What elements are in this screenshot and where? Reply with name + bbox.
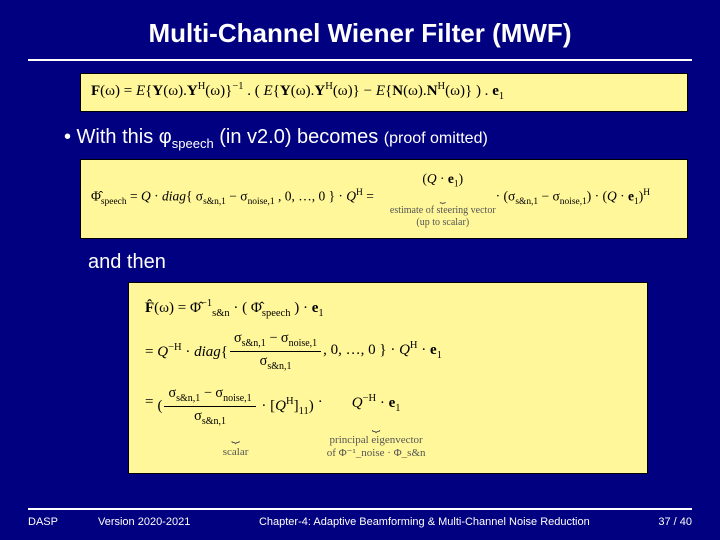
steering-label-1: estimate of steering vector <box>390 205 496 216</box>
footer-left: DASP <box>28 516 58 528</box>
steering-label-2: (up to scalar) <box>390 217 496 228</box>
scalar-group: ( σs&n,1 − σnoise,1 σs&n,1 · [QH]11) ⏟ s… <box>157 384 313 458</box>
equation-2-box: Φ̂speech = Q · diag{ σs&n,1 − σnoise,1 ,… <box>80 159 688 239</box>
phi-symbol: φ <box>159 126 172 148</box>
slide-content: F(ω) = E{Y(ω).YH(ω)}−1 . ( E{Y(ω).YH(ω)}… <box>0 73 720 474</box>
steering-vector-group: (Q · e1) ⏟ estimate of steering vector (… <box>390 170 496 228</box>
eigenvector-group: Q−H · e1 ⏟ principal eigenvector of Φ⁻¹_… <box>327 384 426 459</box>
equation-1-box: F(ω) = E{Y(ω).YH(ω)}−1 . ( E{Y(ω).YH(ω)}… <box>80 73 688 112</box>
footer: DASP Version 2020-2021 Chapter-4: Adapti… <box>0 508 720 528</box>
footer-rule <box>28 508 692 510</box>
footer-chapter: Chapter-4: Adaptive Beamforming & Multi-… <box>190 516 658 528</box>
phi-subscript: speech <box>172 136 214 151</box>
equation-3-box: F̂(ω) = Φ̂−1s&n · ( Φ̂speech ) · e1 = Q−… <box>128 282 648 475</box>
slide-title: Multi-Channel Wiener Filter (MWF) <box>0 0 720 59</box>
bullet-mid: (in v2.0) becomes <box>214 126 384 148</box>
bullet-prefix: • With this <box>64 126 159 148</box>
footer-page: 37 / 40 <box>658 516 692 528</box>
scalar-label: scalar <box>157 446 313 458</box>
eig-label-1: principal eigenvector <box>327 434 426 446</box>
and-then-text: and then <box>88 251 688 274</box>
title-rule <box>28 59 692 61</box>
proof-omitted: (proof omitted) <box>384 130 488 147</box>
bullet-with-this: • With this φspeech (in v2.0) becomes (p… <box>64 126 688 151</box>
footer-version: Version 2020-2021 <box>98 516 190 528</box>
eig-label-2: of Φ⁻¹_noise · Φ_s&n <box>327 447 426 459</box>
